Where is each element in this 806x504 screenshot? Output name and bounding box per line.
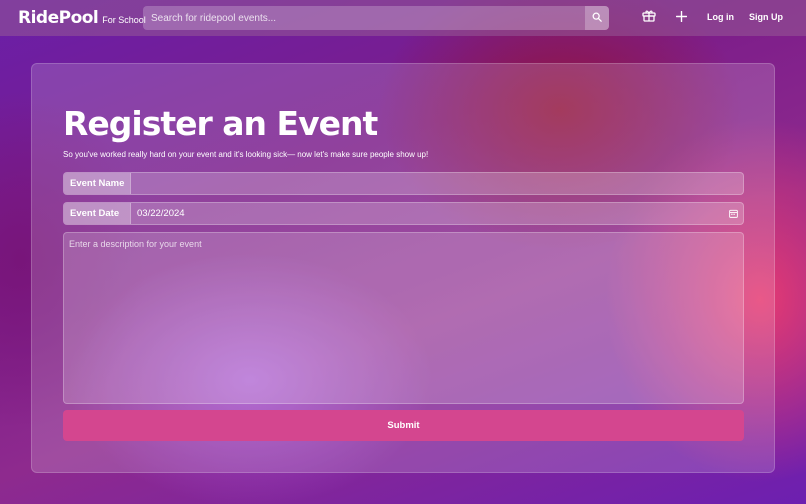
date-picker-button[interactable] — [723, 203, 743, 224]
page-subtitle: So you've worked really hard on your eve… — [63, 150, 429, 159]
calendar-icon — [728, 205, 738, 223]
brand-logo[interactable]: RidePool For School — [18, 8, 146, 28]
search-bar — [143, 6, 609, 30]
search-button[interactable] — [585, 6, 609, 30]
event-name-field: Event Name — [63, 172, 744, 195]
description-textarea[interactable] — [63, 232, 744, 404]
search-input[interactable] — [143, 6, 585, 30]
event-date-field: Event Date — [63, 202, 744, 225]
event-name-input[interactable] — [131, 173, 743, 194]
search-icon — [592, 9, 602, 27]
page-title: Register an Event — [63, 104, 378, 143]
event-name-label: Event Name — [64, 173, 131, 194]
event-date-input[interactable] — [131, 203, 723, 224]
gift-button[interactable] — [641, 10, 657, 26]
event-date-label: Event Date — [64, 203, 131, 224]
brand-name: RidePool — [18, 8, 99, 28]
brand-subtitle: For School — [102, 15, 146, 25]
submit-button[interactable]: Submit — [63, 410, 744, 441]
top-nav-bar: RidePool For School Search for ridepool … — [0, 0, 806, 36]
plus-icon — [675, 9, 687, 27]
create-event-button[interactable] — [673, 10, 689, 26]
register-event-card: Register an Event So you've worked reall… — [31, 63, 775, 473]
signup-link[interactable]: Sign Up — [749, 12, 783, 22]
gift-icon — [642, 9, 656, 27]
login-link[interactable]: Log in — [707, 12, 734, 22]
